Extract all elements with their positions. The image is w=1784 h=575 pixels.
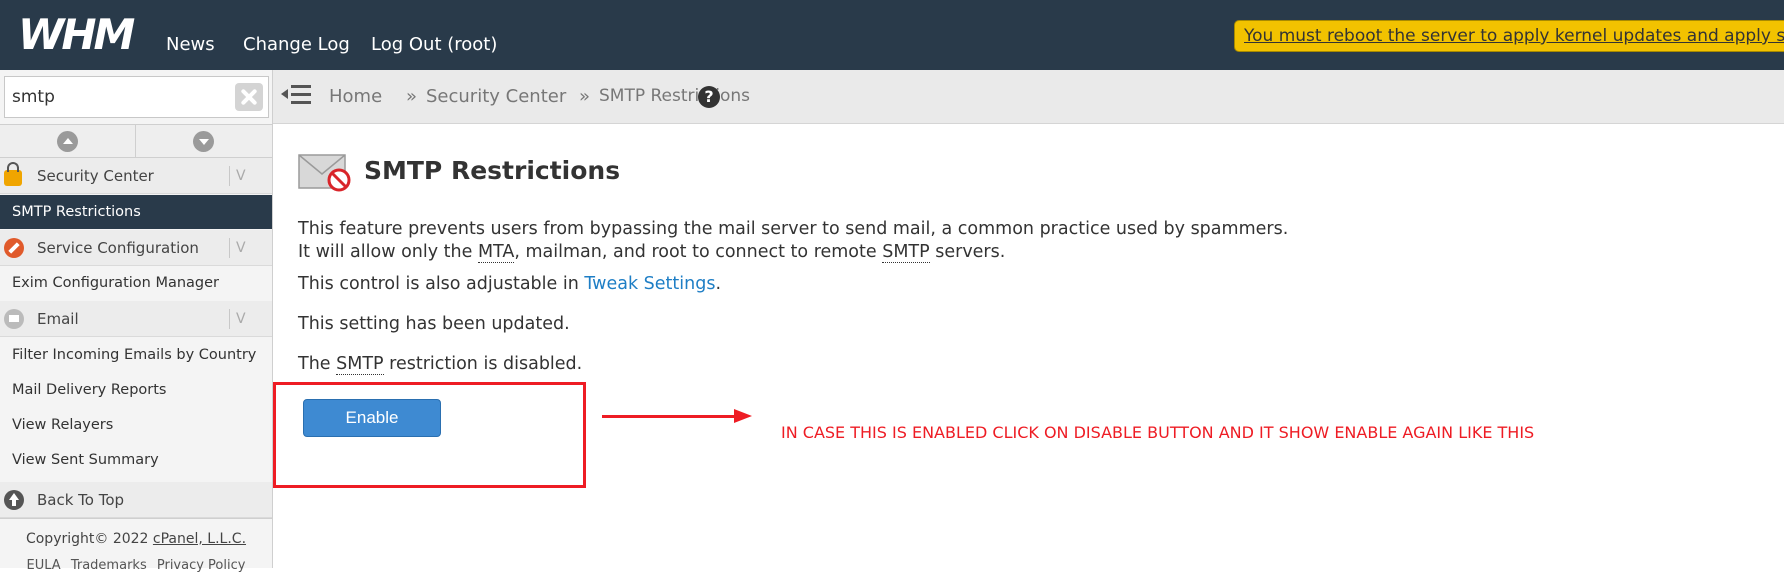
description-line-2: It will allow only the MTA, mailman, and… [298, 242, 1006, 263]
sidebar-item-view-sent-summary[interactable]: View Sent Summary [0, 443, 272, 477]
nav-news[interactable]: News [166, 34, 215, 55]
smtp-abbr: SMTP [882, 242, 930, 263]
breadcrumb-security-center[interactable]: Security Center [426, 70, 566, 123]
tweak-settings-note: This control is also adjustable in Tweak… [298, 274, 722, 294]
breadcrumb-current: SMTP Restrictions [599, 86, 751, 106]
footer-links: EULA Trademarks Privacy Policy [0, 557, 272, 575]
annotation-arrow [602, 415, 734, 418]
status-message: The SMTP restriction is disabled. [298, 354, 583, 375]
lock-icon [4, 162, 22, 186]
breadcrumb: Home » Security Center » SMTP Restrictio… [273, 70, 1784, 124]
update-message: This setting has been updated. [298, 314, 570, 334]
category-label: Security Center [37, 167, 154, 185]
annotation-arrowhead [734, 409, 752, 423]
envelope-blocked-icon [298, 154, 351, 192]
reboot-notice[interactable]: You must reboot the server to apply kern… [1234, 20, 1784, 52]
category-security-center[interactable]: Security Center ᐯ [0, 158, 272, 194]
search-input[interactable] [12, 77, 232, 117]
copyright: Copyright© 2022 cPanel, L.L.C. [0, 529, 272, 549]
annotation-highlight-box [273, 382, 586, 488]
top-bar: WHM News Change Log Log Out (root) You m… [0, 0, 1784, 70]
search-box [4, 76, 269, 118]
sidebar-item-smtp-restrictions[interactable]: SMTP Restrictions [0, 195, 272, 229]
category-service-configuration[interactable]: Service Configuration ᐯ [0, 230, 272, 266]
privacy-policy-link[interactable]: Privacy Policy [154, 558, 249, 573]
back-to-top-button[interactable]: Back To Top [0, 482, 272, 518]
tweak-settings-link[interactable]: Tweak Settings [584, 274, 715, 294]
menu-toggle-icon[interactable] [281, 81, 311, 111]
expand-all-button[interactable] [136, 125, 271, 157]
nav-log-out[interactable]: Log Out (root) [371, 34, 497, 55]
email-icon [4, 309, 24, 329]
wrench-icon [4, 238, 24, 258]
eula-link[interactable]: EULA [24, 558, 64, 573]
category-label: Service Configuration [37, 239, 199, 257]
chevron-down-icon[interactable]: ᐯ [236, 166, 246, 186]
clear-search-icon[interactable] [235, 83, 263, 111]
nav-change-log[interactable]: Change Log [243, 34, 350, 55]
sidebar-item-exim-configuration-manager[interactable]: Exim Configuration Manager [0, 266, 272, 300]
page-title: SMTP Restrictions [364, 156, 621, 185]
annotation-text: IN CASE THIS IS ENABLED CLICK ON DISABLE… [781, 423, 1535, 442]
chevron-down-icon[interactable]: ᐯ [236, 238, 246, 258]
sidebar-item-filter-incoming-emails[interactable]: Filter Incoming Emails by Country [0, 338, 272, 372]
help-icon[interactable]: ? [698, 86, 720, 108]
trademarks-link[interactable]: Trademarks [68, 558, 150, 573]
sidebar-item-view-relayers[interactable]: View Relayers [0, 408, 272, 442]
sidebar-footer: Copyright© 2022 cPanel, L.L.C. EULA Trad… [0, 518, 272, 573]
category-email[interactable]: Email ᐯ [0, 301, 272, 337]
sidebar: Security Center ᐯ SMTP Restrictions Serv… [0, 70, 273, 573]
breadcrumb-home[interactable]: Home [329, 70, 382, 123]
smtp-abbr: SMTP [336, 354, 384, 375]
mta-abbr: MTA [477, 242, 515, 263]
cpanel-link[interactable]: cPanel, L.L.C. [153, 531, 246, 547]
category-label: Email [37, 310, 79, 328]
main-content: SMTP Restrictions This feature prevents … [273, 124, 1784, 568]
breadcrumb-separator: » [579, 86, 591, 107]
description-line-1: This feature prevents users from bypassi… [298, 219, 1289, 239]
breadcrumb-separator: » [406, 86, 418, 107]
collapse-all-button[interactable] [0, 125, 135, 157]
back-to-top-label: Back To Top [37, 491, 125, 509]
arrow-up-circle-icon [4, 490, 24, 510]
sidebar-item-mail-delivery-reports[interactable]: Mail Delivery Reports [0, 373, 272, 407]
expand-collapse-bar [0, 124, 272, 158]
whm-logo[interactable]: WHM [18, 14, 135, 56]
chevron-down-icon[interactable]: ᐯ [236, 309, 246, 329]
copyright-text: Copyright© 2022 [25, 531, 149, 547]
